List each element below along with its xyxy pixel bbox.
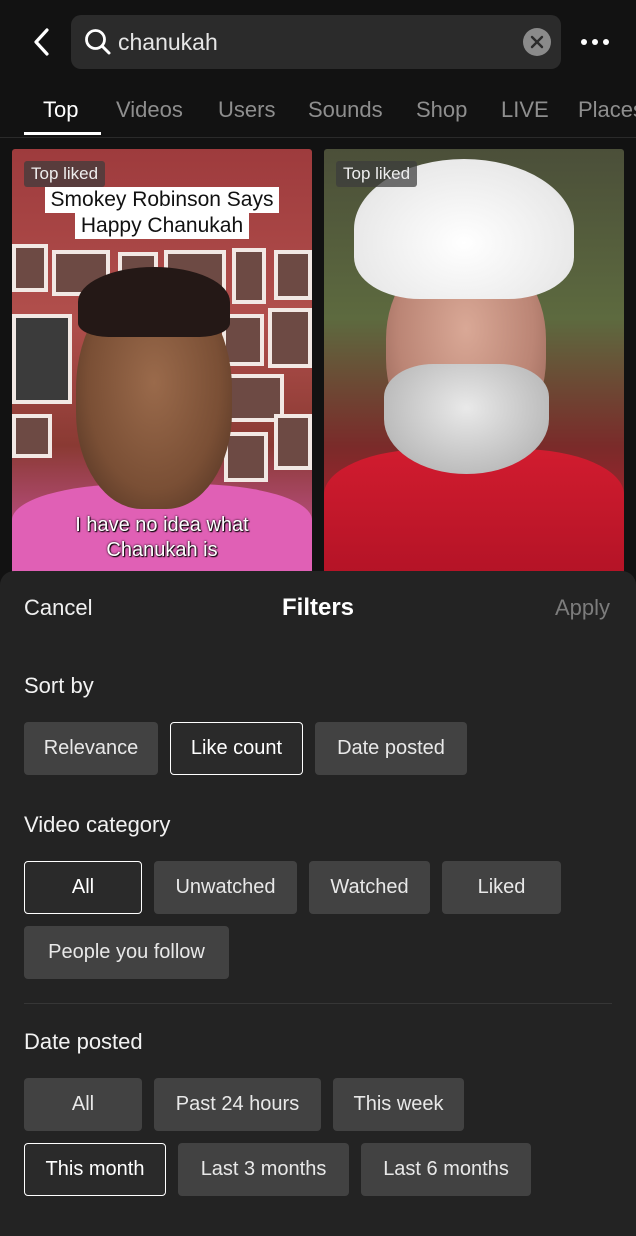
video-caption-bottom: I have no idea what Chanukah is <box>12 513 312 563</box>
caption-line: Chanukah is <box>106 539 218 561</box>
date-past-24-hours-chip[interactable]: Past 24 hours <box>154 1078 321 1131</box>
sort-relevance-chip[interactable]: Relevance <box>24 722 158 775</box>
search-icon <box>85 29 111 55</box>
chevron-left-icon <box>34 28 49 56</box>
tab-sounds[interactable]: Sounds <box>308 94 383 126</box>
tab-videos[interactable]: Videos <box>116 94 183 126</box>
date-this-week-chip[interactable]: This week <box>333 1078 464 1131</box>
back-button[interactable] <box>22 22 62 62</box>
video-card[interactable]: Top liked Smokey Robinson Says Happy Cha… <box>12 149 312 573</box>
more-options-button[interactable] <box>578 26 612 58</box>
caption-line: Happy Chanukah <box>74 213 250 239</box>
active-tab-indicator <box>24 132 101 135</box>
search-tabs: Top Videos Users Sounds Shop LIVE Places <box>0 86 636 138</box>
filters-header: Cancel Filters Apply <box>0 571 636 649</box>
date-last-3-months-chip[interactable]: Last 3 months <box>178 1143 349 1196</box>
close-icon <box>530 35 544 49</box>
category-liked-chip[interactable]: Liked <box>442 861 561 914</box>
date-last-6-months-chip[interactable]: Last 6 months <box>361 1143 531 1196</box>
tab-shop[interactable]: Shop <box>416 94 467 126</box>
person-hair <box>78 267 230 337</box>
filters-title: Filters <box>281 594 355 621</box>
tab-places[interactable]: Places <box>578 94 636 126</box>
section-divider <box>24 1003 612 1004</box>
filters-sheet: Cancel Filters Apply Sort by Relevance L… <box>0 571 636 1236</box>
sort-like-count-chip[interactable]: Like count <box>170 722 303 775</box>
tab-users[interactable]: Users <box>218 94 275 126</box>
category-unwatched-chip[interactable]: Unwatched <box>154 861 297 914</box>
video-card[interactable]: Top liked <box>324 149 624 573</box>
tab-top[interactable]: Top <box>43 94 78 126</box>
more-dot-icon <box>592 39 598 45</box>
apply-button[interactable]: Apply <box>555 595 610 621</box>
sort-by-title: Sort by <box>24 673 94 698</box>
more-dot-icon <box>581 39 587 45</box>
caption-line: Smokey Robinson Says <box>44 187 280 213</box>
date-all-chip[interactable]: All <box>24 1078 142 1131</box>
top-liked-badge: Top liked <box>24 161 106 187</box>
date-posted-title: Date posted <box>24 1029 143 1054</box>
video-caption-top: Smokey Robinson Says Happy Chanukah <box>12 187 312 239</box>
caption-line: I have no idea what <box>75 514 249 536</box>
date-this-month-chip[interactable]: This month <box>24 1143 166 1196</box>
category-all-chip[interactable]: All <box>24 861 142 914</box>
category-people-you-follow-chip[interactable]: People you follow <box>24 926 229 979</box>
santa-beard <box>384 364 549 474</box>
more-dot-icon <box>603 39 609 45</box>
search-input[interactable]: chanukah <box>71 15 561 69</box>
top-bar: chanukah <box>0 0 636 86</box>
video-category-title: Video category <box>24 812 171 837</box>
sort-date-posted-chip[interactable]: Date posted <box>315 722 467 775</box>
top-liked-badge: Top liked <box>336 161 418 187</box>
tab-live[interactable]: LIVE <box>501 94 549 126</box>
search-query-text[interactable]: chanukah <box>118 15 218 69</box>
category-watched-chip[interactable]: Watched <box>309 861 430 914</box>
clear-search-button[interactable] <box>523 28 551 56</box>
